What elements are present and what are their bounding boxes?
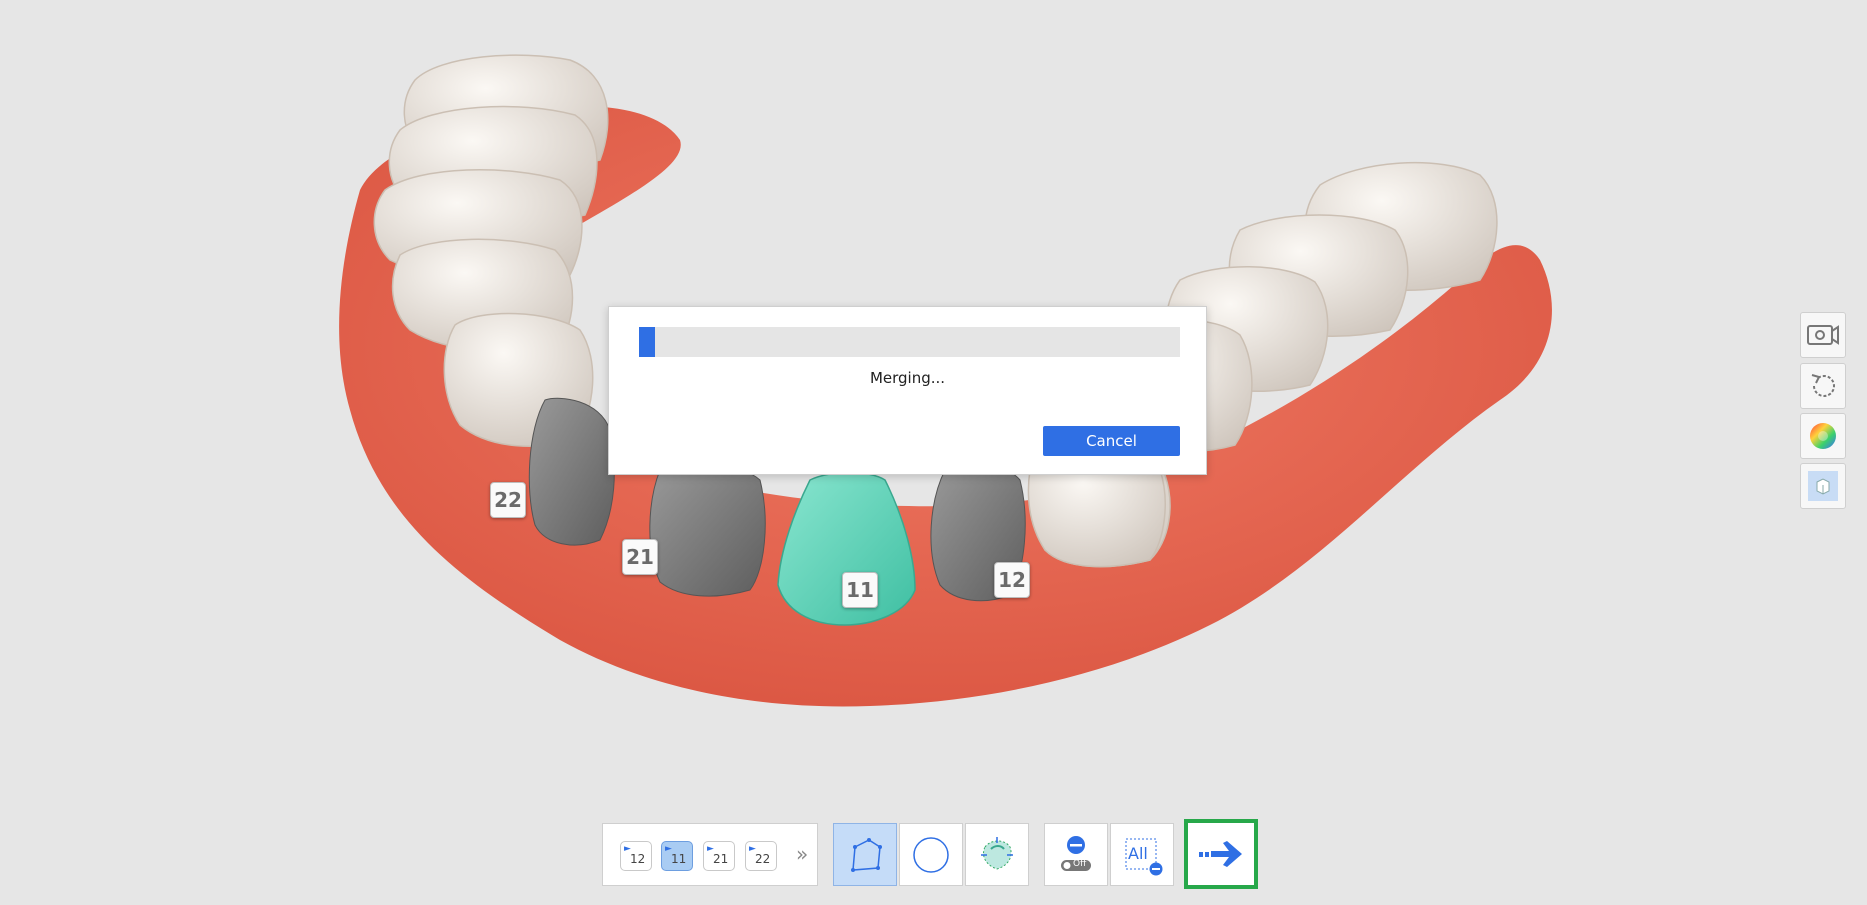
smart-select-icon: [981, 836, 1013, 870]
progress-fill: [639, 327, 656, 357]
rotate-icon: [1811, 374, 1835, 397]
smart-select-button[interactable]: [965, 823, 1029, 886]
arrow-right-icon: [1199, 841, 1242, 867]
tooth-label-12[interactable]: 12: [994, 562, 1030, 598]
polygon-select-icon: [851, 837, 882, 872]
all-label: All: [1128, 844, 1148, 863]
circle-select-icon: [913, 836, 949, 873]
next-step-button[interactable]: [1184, 819, 1258, 889]
circle-select-button[interactable]: [899, 823, 963, 886]
view-mode-button[interactable]: [1800, 463, 1846, 509]
cube-view-icon: [1808, 471, 1838, 501]
tooth-tab-group: ► 12 ► 11 ► 21 ► 22 »: [602, 823, 818, 886]
tab-tooth-21[interactable]: ► 21: [703, 841, 735, 871]
progress-bar: [639, 327, 1180, 357]
color-map-button[interactable]: [1800, 413, 1846, 459]
tab-tooth-22[interactable]: ► 22: [745, 841, 777, 871]
remove-toggle-button[interactable]: Off: [1044, 823, 1108, 886]
toggle-off-label: Off: [1073, 859, 1087, 869]
cancel-button[interactable]: Cancel: [1043, 426, 1180, 456]
polygon-select-button[interactable]: [833, 823, 897, 886]
merging-dialog: Merging... Cancel: [608, 306, 1207, 475]
tooth-label-21[interactable]: 21: [622, 539, 658, 575]
tab-tooth-12[interactable]: ► 12: [620, 841, 652, 871]
tooth-label-22[interactable]: 22: [490, 482, 526, 518]
more-tabs-chevron-icon[interactable]: »: [796, 842, 808, 866]
minus-toggle-off-icon: [1061, 835, 1091, 871]
status-text: Merging...: [869, 369, 946, 387]
remove-all-button[interactable]: All: [1110, 823, 1174, 886]
color-wheel-icon: [1810, 423, 1836, 449]
tooth-label-11[interactable]: 11: [842, 572, 878, 608]
tab-tooth-11[interactable]: ► 11: [661, 841, 693, 871]
camera-button[interactable]: [1800, 312, 1846, 358]
camera-icon: [1807, 325, 1839, 345]
rotate-button[interactable]: [1800, 363, 1846, 409]
